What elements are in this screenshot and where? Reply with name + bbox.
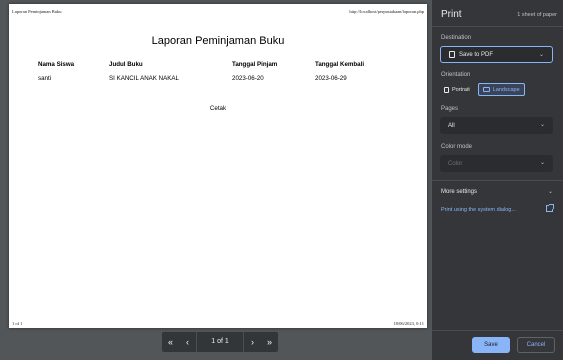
print-settings-sidebar: Print 1 sheet of paper Destination Save …	[432, 0, 563, 360]
print-header: Print 1 sheet of paper	[432, 0, 563, 26]
page-header-url: http://localhost/perpustakaan/laporan.ph…	[349, 9, 424, 14]
chevron-down-icon: ⌄	[538, 52, 544, 58]
cetak-text: Cetak	[209, 105, 227, 112]
chevron-down-icon: ⌄	[539, 122, 545, 128]
destination-value: Save to PDF	[459, 51, 494, 58]
page-navigation: « ‹ 1 of 1 › »	[162, 332, 278, 352]
page-indicator: 1 of 1	[196, 332, 244, 352]
landscape-button[interactable]: Landscape	[477, 83, 525, 96]
landscape-label: Landscape	[492, 86, 520, 93]
chevron-down-icon[interactable]: ⌄	[548, 188, 553, 195]
portrait-button[interactable]: Portrait	[440, 83, 474, 96]
table-header-row: Nama Siswa Judul Buku Tanggal Pinjam Tan…	[9, 61, 427, 75]
column-header-nama-siswa: Nama Siswa	[38, 61, 75, 68]
document-icon	[449, 51, 455, 58]
pages-select[interactable]: All ⌄	[440, 117, 553, 134]
portrait-icon	[444, 86, 449, 93]
last-page-button[interactable]: »	[261, 332, 278, 352]
destination-select[interactable]: Save to PDF ⌄	[440, 46, 553, 63]
page-header-title: Laporan Peminjaman Buku	[12, 9, 62, 14]
next-page-button[interactable]: ›	[244, 332, 261, 352]
settings-divider	[432, 180, 563, 181]
orientation-toggle: Portrait Landscape	[440, 83, 525, 96]
print-title: Print	[441, 9, 462, 20]
column-header-tanggal-pinjam: Tanggal Pinjam	[232, 61, 278, 68]
print-preview-area: Laporan Peminjaman Buku http://localhost…	[0, 0, 432, 360]
save-button[interactable]: Save	[472, 337, 510, 353]
previous-page-button[interactable]: ‹	[179, 332, 196, 352]
portrait-label: Portrait	[452, 86, 470, 93]
report-title: Laporan Peminjaman Buku	[151, 35, 285, 47]
cell-nama-siswa: santi	[38, 75, 52, 82]
first-page-button[interactable]: «	[162, 332, 179, 352]
loan-table: Nama Siswa Judul Buku Tanggal Pinjam Tan…	[9, 61, 427, 89]
page-footer-datetime: 18/06/2023, 0:11	[393, 321, 424, 326]
system-dialog-link[interactable]: Print using the system dialog...	[441, 207, 516, 213]
chevron-down-icon: ⌄	[539, 160, 545, 166]
column-header-judul-buku: Judul Buku	[109, 61, 143, 68]
sheet-count: 1 sheet of paper	[517, 12, 557, 18]
external-link-icon[interactable]	[546, 204, 554, 212]
landscape-icon	[482, 87, 490, 92]
destination-label: Destination	[441, 35, 472, 41]
preview-page: Laporan Peminjaman Buku http://localhost…	[9, 4, 427, 328]
cancel-button[interactable]: Cancel	[517, 337, 555, 353]
cell-tanggal-pinjam: 2023-06-20	[232, 75, 264, 82]
column-header-tanggal-kembali: Tanggal Kembali	[315, 61, 365, 68]
cell-tanggal-kembali: 2023-06-29	[315, 75, 347, 82]
orientation-label: Orientation	[441, 72, 471, 78]
table-row: santi SI KANCIL ANAK NAKAL 2023-06-20 20…	[9, 75, 427, 89]
more-settings-toggle[interactable]: More settings	[441, 189, 477, 195]
page-footer-number: 1 of 1	[12, 321, 23, 326]
color-mode-select[interactable]: Color ⌄	[440, 155, 553, 172]
header-divider	[432, 26, 563, 27]
pages-value: All	[448, 122, 455, 129]
cell-judul-buku: SI KANCIL ANAK NAKAL	[109, 75, 179, 82]
color-mode-value: Color	[448, 160, 463, 167]
pages-label: Pages	[441, 106, 459, 112]
color-mode-label: Color mode	[441, 144, 473, 150]
dialog-footer: Save Cancel	[432, 330, 563, 360]
